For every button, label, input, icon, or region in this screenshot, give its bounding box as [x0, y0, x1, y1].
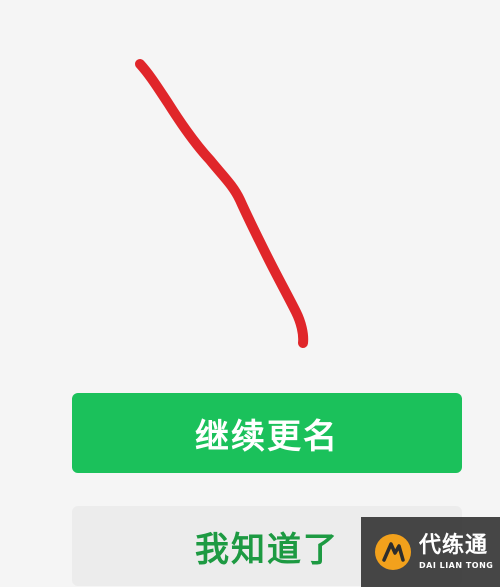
watermark-brand-en: DAI LIAN TONG [419, 560, 494, 570]
watermark-text: 代练通 DAI LIAN TONG [419, 532, 494, 570]
continue-rename-button[interactable]: 继续更名 [72, 393, 462, 473]
watermark-logo: 代练通 DAI LIAN TONG [361, 517, 500, 587]
daliantong-logo-icon [375, 534, 411, 570]
watermark-brand-cn: 代练通 [419, 532, 489, 558]
red-annotation-stroke [135, 59, 309, 348]
